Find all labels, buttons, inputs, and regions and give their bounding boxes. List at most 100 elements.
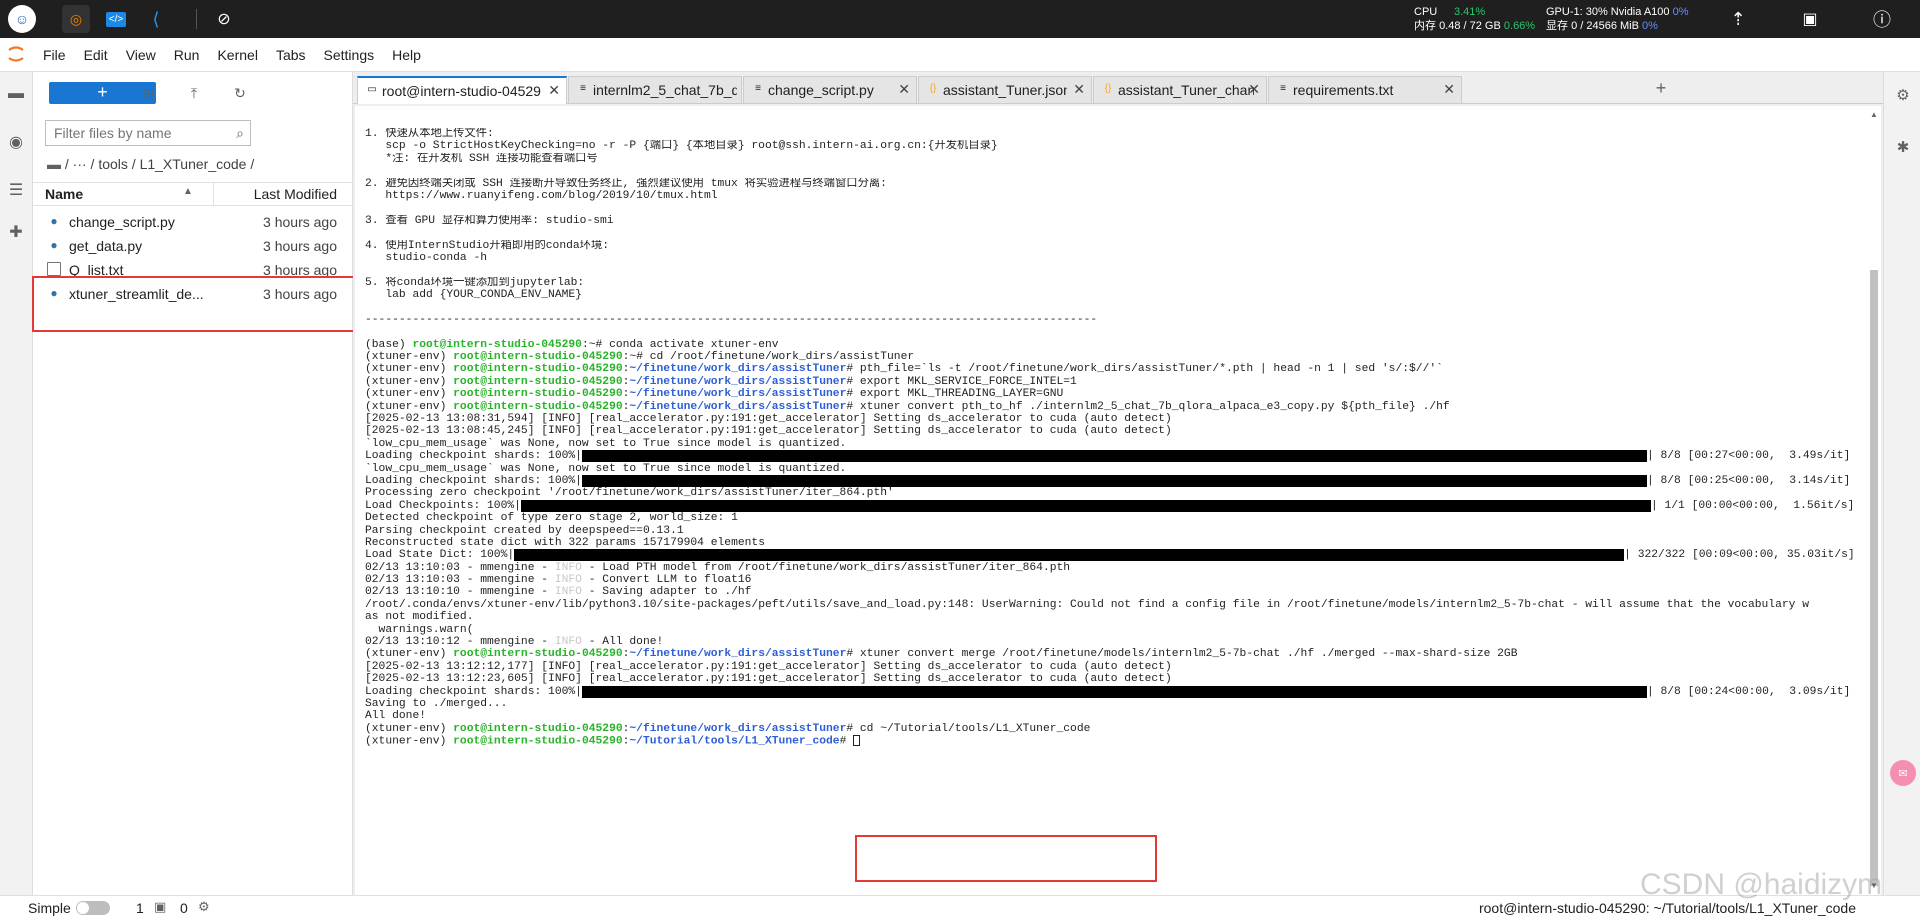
scrollbar-thumb[interactable] xyxy=(1870,270,1878,886)
close-icon[interactable]: ✕ xyxy=(1248,81,1260,98)
jupyter-logo-icon xyxy=(6,44,26,64)
breadcrumb[interactable]: ▬ / ··· / tools / L1_XTuner_code / xyxy=(47,156,254,172)
search-icon: ⌕ xyxy=(236,125,244,141)
tab-assistant-tuner[interactable]: {} assistant_Tuner.jsonl ✕ xyxy=(918,76,1092,103)
menu-edit[interactable]: Edit xyxy=(75,47,117,63)
log-message: - All done! xyxy=(581,636,664,649)
file-name: get_data.py xyxy=(69,238,143,254)
tool-icon[interactable]: ⇡ xyxy=(1724,5,1752,33)
terminal-line: Detected checkpoint of type zero stage 2… xyxy=(365,512,738,525)
terminal-line: 02/13 13:10:03 - mmengine - INFO - Load … xyxy=(365,562,1865,574)
terminal-line: `low_cpu_mem_usage` was None, now set to… xyxy=(365,437,847,450)
menu-help[interactable]: Help xyxy=(383,47,430,63)
info-icon[interactable]: ⓘ xyxy=(1868,5,1896,33)
simple-mode-toggle[interactable] xyxy=(76,901,110,915)
prompt-command: # pth_file=`ls -t /root/finetune/work_di… xyxy=(846,363,1443,376)
terminal-line: [2025-02-13 13:12:12,177] [INFO] [real_a… xyxy=(365,660,1172,673)
breadcrumb-path[interactable]: / ··· / tools / L1_XTuner_code / xyxy=(65,156,254,172)
terminal-prompt-line: (xtuner-env) root@intern-studio-045290:~… xyxy=(365,363,1443,376)
close-icon[interactable]: ✕ xyxy=(548,82,560,99)
terminal-output: 1. 快速从本地上传文件: scp -o StrictHostKeyChecki… xyxy=(365,128,1865,748)
column-last-modified[interactable]: Last Modified xyxy=(254,186,337,202)
terminal-line: Parsing checkpoint created by deepspeed=… xyxy=(365,524,684,537)
column-name[interactable]: Name xyxy=(45,186,83,202)
progress-line: Loading checkpoint shards: 100%| | 8/8 [0… xyxy=(365,474,1865,487)
image-icon[interactable]: ▣ xyxy=(1796,5,1824,33)
assistant-bubble-icon[interactable]: ✉ xyxy=(1890,760,1916,786)
prompt-host: root@intern-studio-045290 xyxy=(453,735,623,748)
file-icon: ≡ xyxy=(755,83,761,94)
log-level: INFO xyxy=(554,561,582,574)
progress-bar xyxy=(581,450,1647,463)
progress-label: Loading checkpoint shards: 100%| xyxy=(365,450,582,463)
folder-icon: ▬ xyxy=(47,156,61,172)
new-folder-icon[interactable]: ⊞ xyxy=(139,84,157,102)
prompt-path: ~/finetune/work_dirs/assistTuner xyxy=(629,722,847,735)
filter-box: ⌕ xyxy=(45,120,251,146)
tab-label: internlm2_5_chat_7b_qlora xyxy=(593,82,737,98)
json-icon: {} xyxy=(929,83,937,94)
terminal-count[interactable]: 1 xyxy=(136,900,144,916)
jupyter-icon[interactable]: ◎ xyxy=(62,5,90,33)
menu-view[interactable]: View xyxy=(117,47,165,63)
python-icon: ● xyxy=(50,238,58,252)
debugger-icon[interactable]: ✱ xyxy=(1894,138,1912,156)
divider xyxy=(196,9,197,29)
file-row[interactable]: ● get_data.py 3 hours ago xyxy=(33,234,353,258)
log-level: INFO xyxy=(554,586,582,599)
vscode-icon[interactable]: ⟨ xyxy=(142,5,170,33)
add-tab-button[interactable]: + xyxy=(1649,78,1673,100)
tab-change-script[interactable]: ≡ change_script.py ✕ xyxy=(743,76,917,103)
terminal-panel[interactable]: 1. 快速从本地上传文件: scp -o StrictHostKeyChecki… xyxy=(355,106,1881,895)
avatar[interactable]: ☺ xyxy=(8,5,36,33)
table-of-contents-icon[interactable]: ☰ xyxy=(6,180,26,200)
log-message: - Saving adapter to ./hf xyxy=(581,586,752,599)
tab-label: requirements.txt xyxy=(1293,82,1394,98)
tab-bar: ▭ root@intern-studio-04529 ✕ ≡ internlm2… xyxy=(353,72,1883,104)
menu-run[interactable]: Run xyxy=(165,47,209,63)
env-name: (xtuner-env) xyxy=(365,351,447,364)
menu-tabs[interactable]: Tabs xyxy=(267,47,315,63)
terminal-prompt-line: (xtuner-env) root@intern-studio-045290:~… xyxy=(365,388,1064,401)
running-kernels-icon[interactable]: ◉ xyxy=(6,132,26,152)
progress-stats: | 322/322 [00:09<00:00, 35.03it/s] xyxy=(1624,549,1855,562)
tab-requirements[interactable]: ≡ requirements.txt ✕ xyxy=(1268,76,1462,103)
gpu-pct: 0% xyxy=(1672,6,1689,18)
terminal-line: 3. 查看 GPU 显存和算力使用率: studio-smi xyxy=(365,214,614,227)
prompt-path: ~/finetune/work_dirs/assistTuner xyxy=(629,400,847,413)
tab-assistant-tuner-change[interactable]: {} assistant_Tuner_change.jsc ✕ xyxy=(1093,76,1267,103)
menu-kernel[interactable]: Kernel xyxy=(208,47,266,63)
close-icon[interactable]: ✕ xyxy=(898,81,910,98)
tab-config[interactable]: ≡ internlm2_5_chat_7b_qlora xyxy=(568,76,742,103)
code-editor-icon[interactable]: </> xyxy=(102,5,130,33)
scroll-up-icon[interactable]: ▲ xyxy=(1870,110,1878,119)
kernel-count[interactable]: 0 xyxy=(180,900,188,916)
folder-icon[interactable]: ▬ xyxy=(6,84,26,104)
property-inspector-icon[interactable]: ⚙ xyxy=(1894,86,1912,104)
file-list-header: Name ▲ Last Modified xyxy=(33,182,353,206)
close-icon[interactable]: ✕ xyxy=(1073,81,1085,98)
progress-stats: | 1/1 [00:00<00:00, 1.56it/s] xyxy=(1650,499,1855,512)
terminal-line: as not modified. xyxy=(365,611,474,624)
extensions-icon[interactable]: ✚ xyxy=(6,222,26,242)
mem-pct: 0.66% xyxy=(1503,20,1536,32)
terminal-prompt-line: (xtuner-env) root@intern-studio-045290:~… xyxy=(365,648,1518,661)
terminal-scrollbar[interactable]: ▲ ▼ xyxy=(1869,110,1879,890)
tab-terminal[interactable]: ▭ root@intern-studio-04529 ✕ xyxy=(357,76,567,104)
compass-icon[interactable]: ⊘ xyxy=(210,5,238,33)
menu-settings[interactable]: Settings xyxy=(315,47,384,63)
close-icon[interactable]: ✕ xyxy=(1443,81,1455,98)
file-row[interactable]: ● change_script.py 3 hours ago xyxy=(33,210,353,234)
prompt-command: # xtuner convert pth_to_hf ./internlm2_5… xyxy=(846,400,1450,413)
progress-bar xyxy=(514,549,1625,562)
terminal-line: *注: 在开发机 SSH 连接功能查看端口号 xyxy=(365,152,598,165)
file-icon: ≡ xyxy=(1280,83,1286,94)
refresh-icon[interactable]: ↻ xyxy=(231,84,249,102)
filter-input[interactable] xyxy=(54,121,224,145)
upload-icon[interactable]: ⤒ xyxy=(185,84,203,102)
progress-stats: | 8/8 [00:25<00:00, 3.14s/it] xyxy=(1646,474,1851,487)
menu-file[interactable]: File xyxy=(34,47,75,63)
